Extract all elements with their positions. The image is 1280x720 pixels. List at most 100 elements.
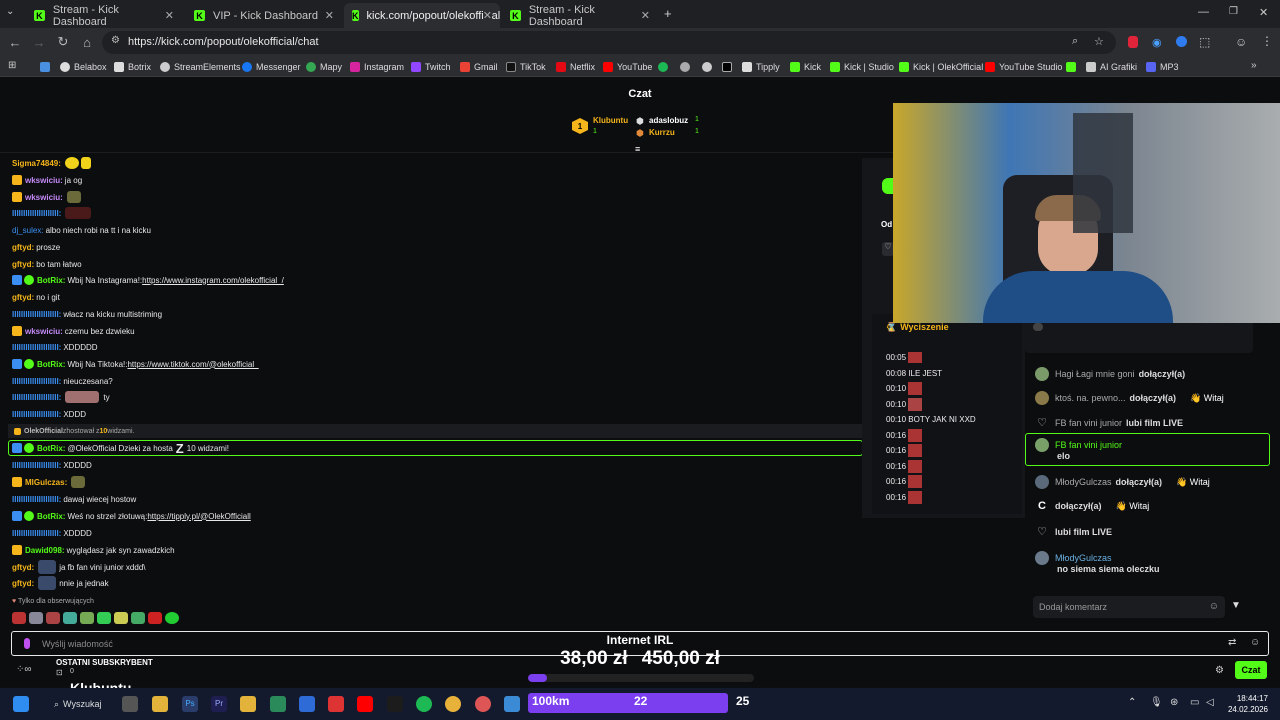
chat-link[interactable]: https://www.instagram.com/olekofficial_/ bbox=[142, 276, 284, 285]
chat-username[interactable]: BotRix: bbox=[37, 512, 65, 521]
bookmark-tiktok[interactable]: TikTok bbox=[506, 60, 546, 74]
bookmark-youtube-studio[interactable]: YouTube Studio bbox=[985, 60, 1062, 74]
chat-username[interactable]: BotRix: bbox=[37, 276, 65, 285]
emote-icon[interactable] bbox=[80, 612, 94, 624]
home-icon[interactable]: ⌂ bbox=[78, 33, 96, 51]
chat-username[interactable]: BotRix: bbox=[37, 444, 65, 453]
photoshop-icon[interactable]: Ps bbox=[182, 696, 198, 712]
bookmark-streamelements[interactable]: StreamElements bbox=[160, 60, 241, 74]
chat-username[interactable]: wkswiciu: bbox=[25, 176, 63, 185]
display-icon[interactable]: ▭ bbox=[1190, 697, 1199, 708]
site-info-icon[interactable]: ⚙ bbox=[111, 35, 120, 46]
bookmark-mp3[interactable]: MP3 bbox=[1146, 60, 1179, 74]
app-red-icon[interactable] bbox=[328, 696, 344, 712]
close-icon[interactable]: ✕ bbox=[325, 9, 334, 22]
calculator-icon[interactable] bbox=[270, 696, 286, 712]
emote-icon[interactable] bbox=[97, 612, 111, 624]
bookmark-kick-studio[interactable]: Kick | Studio bbox=[830, 60, 894, 74]
close-icon[interactable]: ✕ bbox=[165, 9, 174, 22]
chat-username[interactable]: IIIIIIIIIIIIIIIIIIIII: bbox=[12, 310, 61, 319]
bookmark-kick-2[interactable] bbox=[1066, 60, 1080, 74]
maximize-icon[interactable]: ❐ bbox=[1229, 6, 1238, 17]
bookmark-star-icon[interactable]: ☆ bbox=[1094, 35, 1104, 48]
bookmark-spotify[interactable] bbox=[658, 60, 672, 74]
extensions-puzzle-icon[interactable]: ⬚ bbox=[1199, 35, 1210, 49]
new-tab-button[interactable]: + bbox=[664, 6, 672, 21]
zoom-icon[interactable]: ⌕ bbox=[1072, 35, 1078, 48]
emote-icon[interactable] bbox=[114, 612, 128, 624]
youtube-icon[interactable] bbox=[357, 696, 373, 712]
chat-username[interactable]: dj_sulex: bbox=[12, 226, 44, 235]
chat-username[interactable]: wkswiciu: bbox=[25, 193, 63, 202]
bookmark-ext-2[interactable] bbox=[702, 60, 716, 74]
window-close-icon[interactable]: ✕ bbox=[1259, 6, 1268, 19]
welcome-button[interactable]: 👋 Witaj bbox=[1176, 477, 1210, 488]
chat-username[interactable]: gftyd: bbox=[12, 243, 34, 252]
bookmark-mapy[interactable]: Mapy bbox=[306, 60, 342, 74]
settings-dots-icon[interactable]: ⁘∞ bbox=[16, 664, 32, 675]
bookmark-youtube[interactable]: YouTube bbox=[603, 60, 652, 74]
welcome-button[interactable]: 👋 Witaj bbox=[1190, 393, 1224, 404]
apps-grid-icon[interactable]: ⊞ bbox=[8, 60, 16, 71]
app-dark-icon[interactable] bbox=[387, 696, 403, 712]
chat-username[interactable]: IIIIIIIIIIIIIIIIIIIII: bbox=[12, 461, 61, 470]
more-bookmarks-icon[interactable]: » bbox=[1251, 60, 1257, 71]
tab-stream-dashboard-2[interactable]: K Stream - Kick Dashboard ✕ bbox=[502, 3, 658, 28]
reload-icon[interactable]: ↻ bbox=[54, 33, 72, 51]
clock-time[interactable]: 18:44:17 bbox=[1228, 694, 1268, 703]
bookmark-ext-1[interactable] bbox=[680, 60, 694, 74]
chat-username[interactable]: IIIIIIIIIIIIIIIIIIIII: bbox=[12, 343, 61, 352]
extension-wave-icon[interactable]: ◉ bbox=[1152, 36, 1162, 49]
emote-icon[interactable] bbox=[148, 612, 162, 624]
address-bar[interactable]: ⚙ https://kick.com/popout/olekofficial/c… bbox=[102, 31, 1116, 54]
chat-username[interactable]: Dawid098: bbox=[25, 546, 65, 555]
chat-link[interactable]: https://tipply.pl/@OlekOfficiall bbox=[147, 512, 250, 521]
file-explorer-icon[interactable] bbox=[152, 696, 168, 712]
chat-mode-icon[interactable]: ⊡ bbox=[56, 668, 63, 677]
bookmark-kick[interactable]: Kick bbox=[790, 60, 821, 74]
microphone-icon[interactable]: 🎙 bbox=[1150, 697, 1163, 708]
chat-username[interactable]: gftyd: bbox=[12, 563, 34, 572]
task-view-icon[interactable] bbox=[122, 696, 138, 712]
tray-chevron-icon[interactable]: ⌃ bbox=[1128, 697, 1136, 708]
notepad-icon[interactable] bbox=[299, 696, 315, 712]
filter-icon[interactable]: ▼ bbox=[1231, 600, 1241, 611]
bookmark-tipply[interactable]: Tipply bbox=[742, 60, 780, 74]
app-blue-icon[interactable] bbox=[504, 696, 520, 712]
gear-icon[interactable]: ⚙ bbox=[1215, 665, 1224, 676]
bookmark-botrix[interactable]: Botrix bbox=[114, 60, 151, 74]
emoji-icon[interactable]: ☺ bbox=[1209, 601, 1219, 612]
network-icon[interactable]: ⊛ bbox=[1170, 697, 1178, 708]
volume-icon[interactable]: ◁ bbox=[1206, 697, 1214, 708]
chat-username[interactable]: gftyd: bbox=[12, 260, 34, 269]
bookmark-twitch[interactable]: Twitch bbox=[411, 60, 451, 74]
profile-icon[interactable]: ☺ bbox=[1235, 35, 1247, 49]
extension-blue-icon[interactable] bbox=[1176, 36, 1187, 47]
spotify-icon[interactable] bbox=[416, 696, 432, 712]
bookmark-instagram[interactable]: Instagram bbox=[350, 60, 404, 74]
taskbar-search[interactable]: ⌕ Wyszukaj bbox=[46, 694, 120, 714]
emote-icon[interactable] bbox=[12, 612, 26, 624]
chat-username[interactable]: gftyd: bbox=[12, 293, 34, 302]
chat-username[interactable]: BotRix: bbox=[37, 360, 65, 369]
tab-stream-dashboard[interactable]: K Stream - Kick Dashboard ✕ bbox=[26, 3, 182, 28]
bookmark-belabox[interactable]: Belabox bbox=[60, 60, 107, 74]
toggle-switch[interactable] bbox=[1033, 323, 1043, 331]
chat-username[interactable]: Sigma74849: bbox=[12, 159, 61, 168]
forward-icon[interactable]: → bbox=[30, 33, 48, 51]
bookmark-netflix[interactable]: Netflix bbox=[556, 60, 595, 74]
chat-username[interactable]: gftyd: bbox=[12, 579, 34, 588]
folder-icon[interactable] bbox=[240, 696, 256, 712]
emote-icon[interactable] bbox=[46, 612, 60, 624]
minimize-icon[interactable]: — bbox=[1198, 6, 1209, 18]
chat-username[interactable]: MlGulczas: bbox=[25, 478, 67, 487]
emote-icon[interactable] bbox=[63, 612, 77, 624]
tab-search-icon[interactable]: ⌄ bbox=[6, 6, 14, 17]
chat-username[interactable]: IIIIIIIIIIIIIIIIIIIII: bbox=[12, 393, 61, 402]
bookmark-messenger[interactable]: Messenger bbox=[242, 60, 301, 74]
chat-username[interactable]: IIIIIIIIIIIIIIIIIIIII: bbox=[12, 209, 61, 218]
emote-icon[interactable] bbox=[165, 612, 179, 624]
comment-input[interactable]: Dodaj komentarz ☺ bbox=[1033, 596, 1225, 618]
bookmark-pencil[interactable] bbox=[40, 60, 54, 74]
extension-red-icon[interactable] bbox=[1128, 36, 1138, 48]
